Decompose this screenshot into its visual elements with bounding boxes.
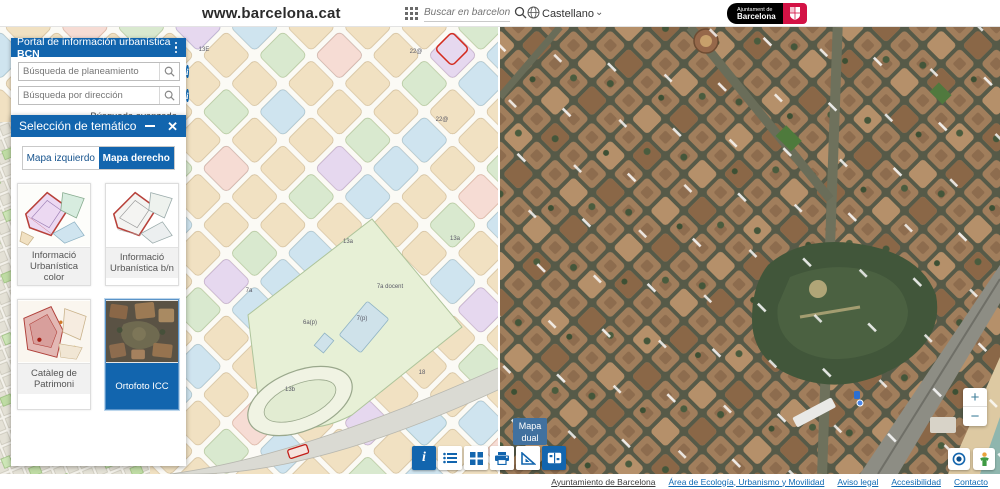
ortofoto-thumbnail — [106, 300, 178, 363]
map-side-tabs: Mapa izquierdo Mapa derecho — [22, 146, 175, 170]
search-icon[interactable] — [514, 6, 527, 24]
target-icon — [952, 452, 966, 466]
zoom-out-button[interactable]: − — [963, 407, 987, 426]
tab-right-map[interactable]: Mapa derecho — [99, 147, 175, 169]
apps-grid-icon[interactable] — [405, 7, 418, 20]
dual-map-button[interactable] — [542, 446, 566, 470]
planning-info-icon[interactable]: i — [186, 65, 189, 78]
orthophoto-graphic — [500, 27, 1000, 474]
site-title: www.barcelona.cat — [202, 5, 341, 22]
map-toolbar: i — [412, 446, 566, 470]
grid-view-button[interactable] — [464, 446, 488, 470]
dialog-title: Selección de temático — [19, 119, 136, 133]
list-button[interactable] — [438, 446, 462, 470]
zoom-control: + − — [963, 388, 987, 426]
grid-icon — [470, 452, 483, 465]
global-search-input[interactable] — [424, 4, 510, 22]
dual-map-icon — [547, 452, 562, 464]
thematic-selection-dialog: Selección de temático ✕ Mapa izquierdo M… — [11, 115, 186, 466]
footer-link-contacto[interactable]: Contacto — [954, 477, 988, 487]
pegman-icon — [978, 452, 991, 467]
urbanistic-bn-thumbnail — [106, 184, 178, 247]
urbanistic-color-thumbnail — [18, 184, 90, 247]
planning-search-input[interactable] — [19, 63, 159, 80]
minimize-icon[interactable] — [145, 125, 157, 127]
panel-header: Portal de información urbanística BCN — [11, 38, 186, 57]
logo-text: Ajuntament de Barcelona — [727, 3, 783, 24]
measure-button[interactable] — [516, 446, 540, 470]
thematic-options: Informació Urbanística color Informació … — [17, 183, 186, 410]
list-icon — [443, 452, 457, 464]
dialog-header: Selección de temático ✕ — [11, 115, 186, 137]
panel-menu-icon[interactable] — [172, 40, 181, 56]
footer: Ayuntamiento de Barcelona Área de Ecolog… — [0, 474, 1000, 489]
right-map-orthophoto[interactable] — [500, 27, 1000, 474]
address-info-icon[interactable]: i — [186, 89, 189, 102]
footer-link-accesibilidad[interactable]: Accesibilidad — [891, 477, 941, 487]
ajuntament-logo[interactable]: Ajuntament de Barcelona — [727, 3, 807, 24]
info-icon: i — [422, 450, 426, 466]
planning-search-button[interactable] — [159, 63, 179, 80]
language-selector[interactable]: Castellano — [542, 8, 594, 20]
patrimoni-thumbnail — [18, 300, 90, 363]
app-window: 13E13E7a13a13a22@22@7a docent6a(p)7(p)13… — [0, 0, 1000, 489]
tab-left-map[interactable]: Mapa izquierdo — [23, 147, 99, 169]
top-header: www.barcelona.cat Castellano ⌄ Ajuntamen… — [0, 0, 1000, 27]
footer-link-ayuntamiento[interactable]: Ayuntamiento de Barcelona — [551, 477, 655, 487]
option-urbanistic-color[interactable]: Informació Urbanística color — [17, 183, 91, 286]
globe-icon — [527, 6, 540, 24]
footer-link-ecologia[interactable]: Área de Ecología, Urbanismo y Movilidad — [668, 477, 824, 487]
print-button[interactable] — [490, 446, 514, 470]
barcelona-shield-icon — [783, 3, 807, 24]
close-icon[interactable]: ✕ — [167, 120, 178, 133]
dual-map-tooltip: Mapa dual — [513, 418, 547, 445]
geolocate-button[interactable] — [948, 448, 970, 470]
option-urbanistic-bn[interactable]: Informació Urbanística b/n — [105, 183, 179, 286]
chevron-down-icon[interactable]: ⌄ — [595, 7, 603, 18]
streetview-button[interactable] — [973, 448, 995, 470]
panel-title: Portal de información urbanística BCN — [17, 36, 172, 60]
address-search-button[interactable] — [159, 87, 179, 104]
zoom-in-button[interactable]: + — [963, 388, 987, 407]
print-icon — [495, 452, 509, 465]
measure-icon — [521, 452, 536, 465]
bottom-right-controls — [948, 448, 995, 470]
info-button[interactable]: i — [412, 446, 436, 470]
footer-link-aviso-legal[interactable]: Aviso legal — [837, 477, 878, 487]
address-search-input[interactable] — [19, 87, 159, 104]
option-cataleg-patrimoni[interactable]: Catàleg de Patrimoni — [17, 299, 91, 410]
option-ortofoto-icc[interactable]: Ortofoto ICC — [105, 299, 179, 410]
